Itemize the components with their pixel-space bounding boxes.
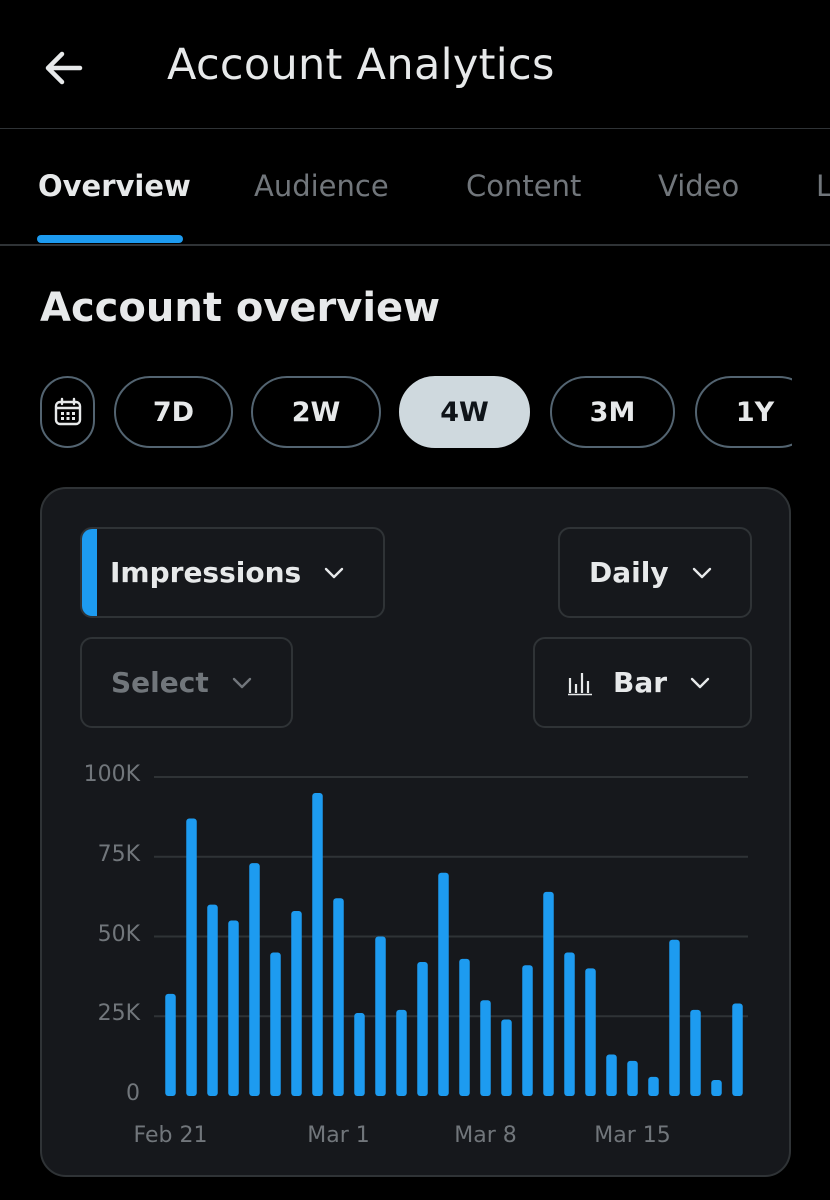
impressions-bar[interactable]	[669, 939, 680, 1096]
chart-card: Impressions Daily Select Bar 0 25K 50K 75K 1…	[40, 487, 791, 1177]
impressions-bar[interactable]	[480, 1000, 491, 1096]
impressions-bar[interactable]	[333, 898, 344, 1096]
impressions-bar[interactable]	[543, 891, 554, 1096]
impressions-bar[interactable]	[228, 920, 239, 1096]
active-tab-indicator	[37, 235, 183, 243]
range-3m-button[interactable]: 3M	[550, 376, 675, 448]
impressions-bar[interactable]	[459, 958, 470, 1096]
range-1y-button[interactable]: 1Y	[695, 376, 792, 448]
impressions-bar[interactable]	[522, 965, 533, 1096]
y-tick-label: 100K	[83, 762, 140, 787]
back-button[interactable]	[40, 44, 88, 92]
impressions-bar[interactable]	[564, 952, 575, 1096]
tab-content[interactable]: Content	[466, 169, 581, 203]
y-tick-label: 0	[126, 1081, 140, 1106]
x-tick-label: Mar 1	[307, 1123, 370, 1148]
impressions-bar[interactable]	[249, 863, 260, 1096]
chart-svg	[154, 776, 748, 1097]
impressions-bar[interactable]	[270, 952, 281, 1096]
y-tick-label: 50K	[97, 921, 140, 947]
impressions-bar[interactable]	[354, 1013, 365, 1096]
impressions-bar[interactable]	[711, 1080, 722, 1096]
impressions-bar[interactable]	[648, 1076, 659, 1096]
section-title: Account overview	[40, 285, 441, 331]
impressions-bar[interactable]	[732, 1003, 743, 1096]
impressions-bar[interactable]	[375, 936, 386, 1097]
range-4w-button[interactable]: 4W	[399, 376, 530, 448]
calendar-button[interactable]	[40, 376, 95, 448]
impressions-bar[interactable]	[627, 1060, 638, 1096]
arrow-left-icon	[45, 51, 83, 85]
impressions-bar[interactable]	[186, 818, 197, 1096]
range-7d-button[interactable]: 7D	[114, 376, 233, 448]
app-header: Account Analytics	[0, 0, 830, 129]
tab-overview[interactable]: Overview	[38, 169, 191, 203]
impressions-bar[interactable]	[417, 962, 428, 1096]
impressions-bar[interactable]	[690, 1009, 701, 1096]
range-2w-button[interactable]: 2W	[251, 376, 381, 448]
y-tick-label: 25K	[97, 1001, 140, 1027]
impressions-bar[interactable]	[606, 1054, 617, 1096]
x-tick-label: Mar 15	[594, 1123, 671, 1148]
impressions-bar[interactable]	[291, 910, 302, 1096]
impressions-bar[interactable]	[501, 1019, 512, 1096]
tab-next-partial[interactable]: L	[816, 169, 830, 203]
page-title: Account Analytics	[167, 40, 555, 90]
impressions-bar[interactable]	[165, 993, 176, 1096]
impressions-bar[interactable]	[438, 872, 449, 1096]
impressions-bar[interactable]	[207, 904, 218, 1096]
x-tick-label: Feb 21	[133, 1123, 208, 1148]
y-tick-label: 75K	[97, 841, 140, 867]
tab-audience[interactable]: Audience	[254, 169, 389, 203]
impressions-bar[interactable]	[585, 968, 596, 1096]
x-tick-label: Mar 8	[454, 1123, 517, 1148]
calendar-icon	[54, 397, 81, 426]
tab-video[interactable]: Video	[658, 169, 739, 203]
tab-bar: Overview Audience Content Video L	[0, 129, 830, 246]
impressions-bar[interactable]	[396, 1009, 407, 1096]
date-range-selector: 7D 2W 4W 3M 1Y	[0, 375, 792, 451]
impressions-bar[interactable]	[312, 792, 323, 1096]
